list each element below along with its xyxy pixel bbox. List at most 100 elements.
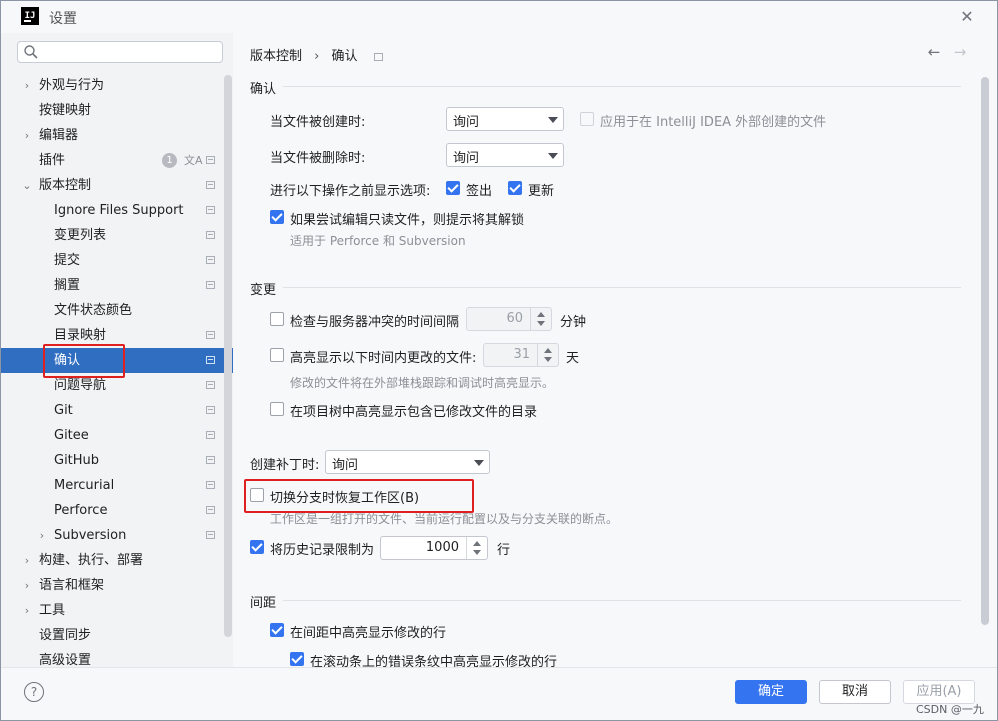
help-icon[interactable]: ?: [24, 682, 44, 702]
update-checkbox[interactable]: [508, 181, 522, 195]
tree-item-label: 版本控制: [39, 178, 92, 193]
tree-item-subversion[interactable]: › Subversion: [1, 523, 233, 548]
close-icon[interactable]: ✕: [957, 7, 977, 27]
tree-item-label: 构建、执行、部署: [39, 553, 144, 568]
project-settings-icon: [206, 331, 215, 339]
tree-item-perforce[interactable]: Perforce: [1, 498, 233, 523]
tree-item-keymap[interactable]: 按键映射: [1, 98, 233, 123]
project-settings-icon: [206, 181, 215, 189]
forward-arrow-icon[interactable]: →: [951, 43, 969, 61]
content-scrollbar[interactable]: [981, 77, 989, 625]
project-settings-icon: [206, 381, 215, 389]
chevron-down-icon: [548, 153, 558, 159]
spinner-arrows-icon[interactable]: [466, 537, 487, 559]
tree-item-plugins[interactable]: 插件 1 文A: [1, 148, 233, 173]
project-settings-icon: [206, 281, 215, 289]
tree-item-label: Ignore Files Support: [54, 203, 184, 218]
project-settings-icon: [206, 406, 215, 414]
highlight-gutter-checkbox[interactable]: [270, 623, 284, 637]
chevron-down-icon: [474, 460, 484, 466]
minutes-unit-label: 分钟: [560, 315, 587, 330]
project-settings-icon: [206, 506, 215, 514]
chevron-right-icon: ›: [24, 129, 30, 142]
tree-item-editor[interactable]: › 编辑器: [1, 123, 233, 148]
tree-item-git[interactable]: Git: [1, 398, 233, 423]
dropdown-value: 询问: [453, 115, 480, 130]
watermark: CSDN @一九: [916, 703, 984, 716]
readonly-unlock-label: 如果尝试编辑只读文件，则提示将其解锁: [290, 213, 525, 228]
project-settings-icon: [206, 431, 215, 439]
patch-label: 创建补丁时:: [250, 458, 320, 473]
confirmation-section-title: 确认: [250, 82, 277, 97]
tree-item-gitee[interactable]: Gitee: [1, 423, 233, 448]
breadcrumb-separator: ›: [314, 49, 320, 64]
readonly-unlock-checkbox[interactable]: [270, 210, 284, 224]
sidebar-scrollbar[interactable]: [224, 75, 232, 637]
spinner-value: 1000: [425, 540, 459, 555]
breadcrumb-parent[interactable]: 版本控制: [250, 45, 302, 64]
check-conflict-checkbox[interactable]: [270, 312, 284, 326]
changes-section-title: 变更: [250, 283, 277, 298]
tree-item-file-status-colors[interactable]: 文件状态颜色: [1, 298, 233, 323]
section-divider: [283, 86, 961, 87]
check-conflict-spinner[interactable]: 60: [466, 307, 552, 331]
tree-item-build[interactable]: › 构建、执行、部署: [1, 548, 233, 573]
dropdown-value: 询问: [453, 151, 480, 166]
spinner-arrows-icon[interactable]: [530, 308, 551, 330]
project-settings-icon: [206, 231, 215, 239]
tree-item-tools[interactable]: › 工具: [1, 598, 233, 623]
tree-item-vcs[interactable]: ⌄ 版本控制: [1, 173, 233, 198]
back-arrow-icon[interactable]: ←: [925, 43, 943, 61]
checkout-checkbox[interactable]: [446, 181, 460, 195]
section-divider: [283, 287, 961, 288]
tree-item-changelists[interactable]: 变更列表: [1, 223, 233, 248]
settings-dialog: IJ 设置 ✕ › 外观与行为 按键映射 › 编辑器 插件 1 文A ⌄ 版本控制 I…: [0, 0, 998, 721]
highlight-changed-checkbox[interactable]: [270, 348, 284, 362]
highlight-scrollbar-checkbox[interactable]: [290, 652, 304, 666]
project-settings-icon: [206, 156, 215, 164]
tree-item-shelf[interactable]: 搁置: [1, 273, 233, 298]
breadcrumb: 版本控制 › 确认: [250, 45, 383, 64]
tree-item-ignore-files[interactable]: Ignore Files Support: [1, 198, 233, 223]
tree-item-label: 设置同步: [39, 628, 92, 643]
history-limit-checkbox[interactable]: [250, 540, 264, 554]
tree-item-label: 外观与行为: [39, 78, 105, 93]
spinner-arrows-icon[interactable]: [537, 344, 558, 366]
chevron-down-icon: ⌄: [22, 179, 32, 192]
tree-item-mercurial[interactable]: Mercurial: [1, 473, 233, 498]
project-settings-icon: [373, 53, 383, 61]
on-create-dropdown[interactable]: 询问: [446, 107, 564, 131]
apply-outside-checkbox[interactable]: [580, 112, 594, 126]
patch-dropdown[interactable]: 询问: [325, 450, 490, 474]
settings-content: 版本控制 › 确认 ← → 确认 当文件被创建时: 询问 应用于在 Intell…: [233, 33, 997, 670]
check-conflict-label: 检查与服务器冲突的时间间隔: [290, 315, 460, 330]
breadcrumb-current: 确认: [331, 49, 358, 64]
history-limit-spinner[interactable]: 1000: [380, 536, 488, 560]
tree-item-languages[interactable]: › 语言和框架: [1, 573, 233, 598]
tree-item-settings-sync[interactable]: 设置同步: [1, 623, 233, 648]
dropdown-value: 询问: [332, 458, 359, 473]
tree-item-appearance[interactable]: › 外观与行为: [1, 73, 233, 98]
translate-icon: 文A: [184, 154, 203, 167]
highlight-dirs-checkbox[interactable]: [270, 402, 284, 416]
tree-item-commit[interactable]: 提交: [1, 248, 233, 273]
highlight-hint: 修改的文件将在外部堆栈跟踪和调试时高亮显示。: [290, 376, 555, 390]
window-title: 设置: [49, 11, 77, 27]
highlight-days-spinner[interactable]: 31: [483, 343, 559, 367]
chevron-right-icon: ›: [24, 579, 30, 592]
apply-outside-label: 应用于在 IntelliJ IDEA 外部创建的文件: [600, 115, 827, 130]
tree-item-label: Subversion: [54, 528, 127, 543]
gutter-section-title: 间距: [250, 596, 277, 611]
ok-button[interactable]: 确定: [735, 680, 807, 704]
spinner-value: 60: [506, 311, 523, 326]
search-input[interactable]: [17, 41, 223, 63]
spinner-value: 31: [513, 347, 530, 362]
on-delete-dropdown[interactable]: 询问: [446, 143, 564, 167]
tree-item-github[interactable]: GitHub: [1, 448, 233, 473]
project-settings-icon: [206, 356, 215, 364]
highlight-dirs-label: 在项目树中高亮显示包含已修改文件的目录: [290, 405, 538, 420]
chevron-down-icon: [548, 117, 558, 123]
update-label: 更新: [528, 184, 555, 199]
cancel-button[interactable]: 取消: [819, 680, 891, 704]
chevron-right-icon: ›: [39, 529, 45, 542]
